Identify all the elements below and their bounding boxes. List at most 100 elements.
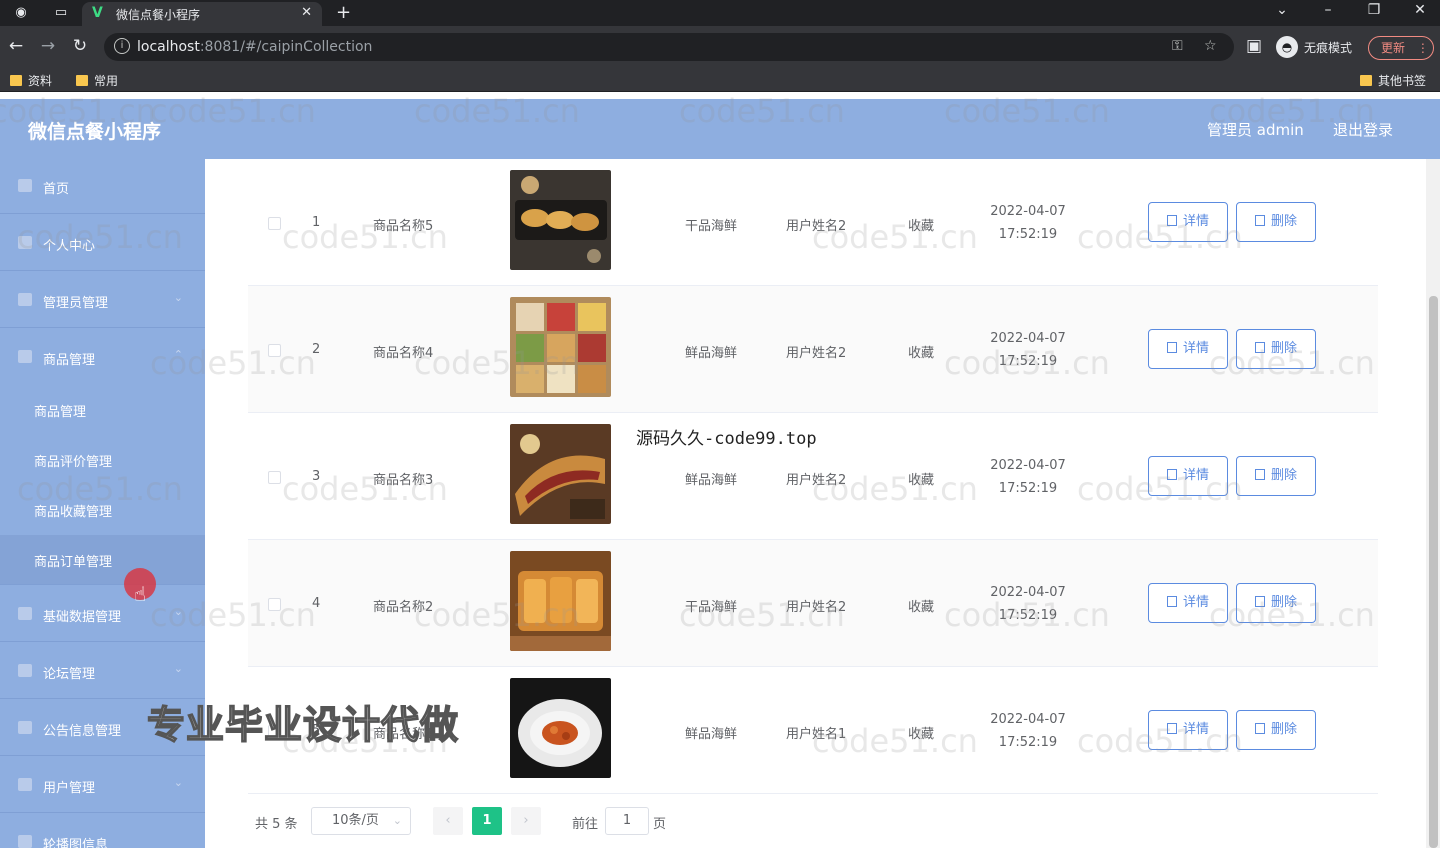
goods-name: 商品名称5 <box>373 219 434 234</box>
incognito-icon: ◓ <box>1276 36 1298 58</box>
bookmark-star-icon[interactable]: ☆ <box>1204 38 1217 54</box>
goods-image <box>510 678 611 778</box>
sidebar-subitem-collection[interactable]: 商品收藏管理 <box>0 485 205 535</box>
sidebar-item-users[interactable]: 用户管理 ⌄ <box>0 758 205 813</box>
bookmark-folder-1[interactable]: 资料 <box>10 72 52 89</box>
address-bar[interactable]: i localhost:8081/#/caipinCollection ⚿ ☆ <box>104 33 1234 61</box>
trash-icon <box>1254 723 1265 734</box>
sidebar-subitem-goods[interactable]: 商品管理 <box>0 385 205 435</box>
browser-tabbar: ◉ ▭ V 微信点餐小程序 ✕ + ⌄ – ❐ ✕ <box>0 0 1440 26</box>
chart-icon <box>18 293 32 306</box>
sidebar-item-admin[interactable]: 管理员管理 ⌄ <box>0 273 205 328</box>
document-icon <box>1166 596 1177 607</box>
collect-type: 收藏 <box>908 727 935 742</box>
minimize-icon[interactable]: – <box>1318 2 1338 18</box>
url-text[interactable]: localhost:8081/#/caipinCollection <box>137 39 372 55</box>
restore-icon[interactable]: ❐ <box>1364 2 1384 18</box>
goods-category: 鲜品海鲜 <box>685 473 738 488</box>
browser-tab[interactable]: V 微信点餐小程序 ✕ <box>82 2 322 26</box>
collect-type: 收藏 <box>908 219 935 234</box>
row-checkbox[interactable] <box>268 344 281 357</box>
goods-category: 鲜品海鲜 <box>685 346 738 361</box>
user-name: 用户姓名1 <box>786 727 847 742</box>
scrollbar-thumb[interactable] <box>1429 296 1438 848</box>
app-title: 微信点餐小程序 <box>28 121 162 143</box>
site-info-icon[interactable]: i <box>114 38 130 54</box>
total-count: 共 5 条 <box>255 817 298 832</box>
trash-icon <box>1254 215 1265 226</box>
sidebar-item-home[interactable]: 首页 <box>0 159 205 214</box>
tab-overview-icon[interactable]: ▭ <box>52 4 70 22</box>
detail-button[interactable]: 详情 <box>1148 329 1228 369</box>
forward-icon[interactable]: → <box>38 36 58 56</box>
chevron-down-icon: ⌄ <box>392 814 402 827</box>
chevron-down-icon: ⌄ <box>173 662 183 675</box>
row-index: 2 <box>312 342 321 357</box>
tab-title: 微信点餐小程序 <box>116 8 201 22</box>
collect-time: 2022-04-07 17:52:19 <box>990 204 1066 242</box>
goto-page-input[interactable]: 1 <box>605 807 649 835</box>
admin-label: 管理员 admin <box>1207 121 1304 139</box>
more-icon: ⋮ <box>1416 41 1429 55</box>
pagination: 共 5 条 10条/页 ⌄ ‹ 1 › 前往 1 页 <box>255 807 755 835</box>
trash-icon <box>1254 342 1265 353</box>
sidepanel-icon[interactable]: ▣ <box>1244 36 1264 56</box>
folder-icon <box>1360 75 1372 86</box>
chevron-up-icon: ⌃ <box>173 348 183 361</box>
delete-button[interactable]: 删除 <box>1236 456 1316 496</box>
next-page-button[interactable]: › <box>511 807 541 835</box>
delete-button[interactable]: 删除 <box>1236 583 1316 623</box>
browser-menu-icon[interactable]: ◉ <box>12 4 30 22</box>
page-size-select[interactable]: 10条/页 ⌄ <box>311 807 411 835</box>
row-index: 1 <box>312 215 321 230</box>
forum-icon <box>18 664 32 677</box>
folder-icon <box>76 75 88 86</box>
back-icon[interactable]: ← <box>6 36 26 56</box>
sidebar-subitem-comments[interactable]: 商品评价管理 <box>0 435 205 485</box>
bookmark-folder-2[interactable]: 常用 <box>76 72 118 89</box>
detail-button[interactable]: 详情 <box>1148 456 1228 496</box>
detail-button[interactable]: 详情 <box>1148 583 1228 623</box>
goods-image <box>510 551 611 651</box>
sidebar-item-carousel[interactable]: 轮播图信息 <box>0 815 205 848</box>
tab-search-icon[interactable]: ⌄ <box>1272 2 1292 18</box>
row-checkbox[interactable] <box>268 598 281 611</box>
new-tab-icon[interactable]: + <box>336 2 351 23</box>
image-icon <box>18 835 32 848</box>
row-checkbox[interactable] <box>268 217 281 230</box>
row-checkbox[interactable] <box>268 471 281 484</box>
chevron-down-icon: ⌄ <box>173 776 183 789</box>
table-row: 2 商品名称4 鲜品海鲜 用户姓名2 收藏 2022-04-07 17:52:19… <box>248 286 1378 413</box>
key-icon[interactable]: ⚿ <box>1172 38 1183 54</box>
collect-time: 2022-04-07 17:52:19 <box>990 458 1066 496</box>
tab-close-icon[interactable]: ✕ <box>301 5 312 20</box>
document-icon <box>1166 215 1177 226</box>
detail-button[interactable]: 详情 <box>1148 710 1228 750</box>
user-name: 用户姓名2 <box>786 346 847 361</box>
close-window-icon[interactable]: ✕ <box>1410 2 1430 18</box>
reload-icon[interactable]: ↻ <box>70 36 90 56</box>
row-index: 3 <box>312 469 321 484</box>
users-icon <box>18 778 32 791</box>
sidebar-item-basedata[interactable]: 基础数据管理 ⌄ <box>0 587 205 642</box>
sidebar-subitem-orders[interactable]: 商品订单管理 <box>0 535 205 585</box>
delete-button[interactable]: 删除 <box>1236 710 1316 750</box>
sidebar-item-forum[interactable]: 论坛管理 ⌄ <box>0 644 205 699</box>
sidebar-item-goods[interactable]: 商品管理 ⌃ <box>0 330 205 385</box>
detail-button[interactable]: 详情 <box>1148 202 1228 242</box>
goods-image <box>510 170 611 270</box>
page-number-current[interactable]: 1 <box>472 807 502 835</box>
other-bookmarks[interactable]: 其他书签 <box>1360 72 1426 89</box>
vue-favicon-icon: V <box>92 5 103 21</box>
sidebar-item-profile[interactable]: 个人中心 <box>0 216 205 271</box>
chevron-down-icon: ⌄ <box>173 291 183 304</box>
collect-type: 收藏 <box>908 600 935 615</box>
delete-button[interactable]: 删除 <box>1236 202 1316 242</box>
database-icon <box>18 607 32 620</box>
delete-button[interactable]: 删除 <box>1236 329 1316 369</box>
table-row: 4 商品名称2 干品海鲜 用户姓名2 收藏 2022-04-07 17:52:19… <box>248 540 1378 667</box>
prev-page-button[interactable]: ‹ <box>433 807 463 835</box>
logout-link[interactable]: 退出登录 <box>1333 119 1393 140</box>
incognito-indicator[interactable]: ◓ 无痕模式 <box>1276 35 1352 59</box>
update-button[interactable]: 更新 ⋮ <box>1368 36 1434 60</box>
